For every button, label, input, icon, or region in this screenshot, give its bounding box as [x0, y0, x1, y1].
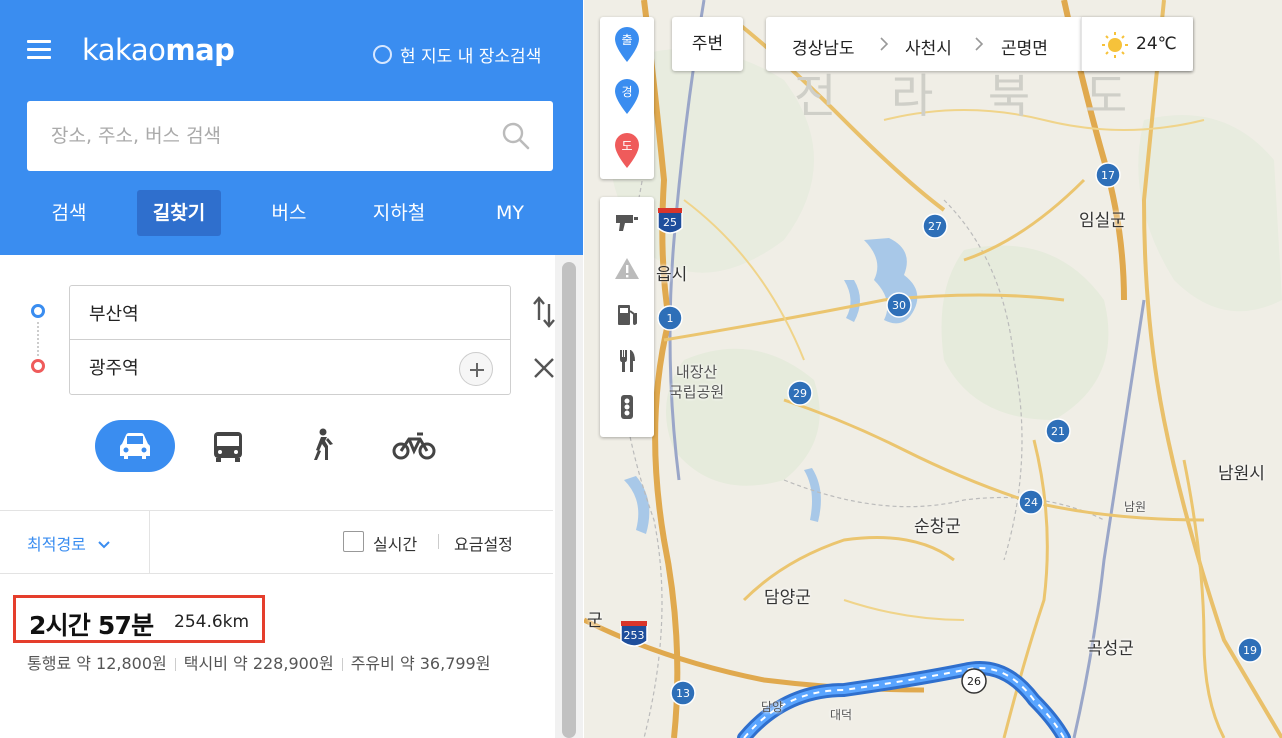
map-label-namwon: 남원시 — [1218, 464, 1265, 484]
breadcrumb-city[interactable]: 사천시 — [905, 34, 952, 59]
waypoint-marker-icon[interactable]: 경 — [613, 77, 641, 115]
origin-marker-icon[interactable]: 출 — [613, 25, 641, 63]
route-distance: 254.6km — [174, 612, 250, 632]
swap-icon[interactable] — [532, 296, 556, 328]
highlight-box: 2시간 57분 254.6km — [13, 595, 265, 643]
route-costs: 통행료 약 12,800원 택시비 약 228,900원 주유비 약 36,799원 — [27, 652, 527, 676]
current-area-search-label: 현 지도 내 장소검색 — [400, 47, 542, 67]
warning-icon[interactable] — [613, 255, 641, 283]
destination-row — [70, 340, 510, 394]
cctv-icon[interactable] — [613, 209, 641, 237]
divider — [149, 511, 150, 573]
origin-dot-icon — [31, 304, 45, 318]
destination-dot-icon — [31, 359, 45, 373]
tab-directions[interactable]: 길찾기 — [137, 190, 221, 236]
breadcrumb-district[interactable]: 곤명면 — [1001, 34, 1048, 59]
map-label-gokseong: 곡성군 — [1087, 639, 1134, 659]
park-label-line1: 내장산 — [675, 363, 718, 381]
taxi-cost: 택시비 약 228,900원 — [183, 654, 334, 673]
marker-label: 도 — [621, 139, 632, 153]
main-tabs: 검색 길찾기 버스 지하철 MY — [0, 190, 583, 236]
menu-icon[interactable] — [27, 40, 51, 60]
route-type-label: 최적경로 — [27, 535, 86, 554]
route-connector-line — [37, 322, 39, 356]
route-options-bar: 최적경로 실시간 요금설정 — [0, 511, 553, 573]
map-label-jeongeup: 읍시 — [656, 265, 688, 285]
breadcrumb-province[interactable]: 경상남도 — [792, 34, 855, 59]
tab-bus[interactable]: 버스 — [250, 190, 328, 236]
chevron-right-icon — [880, 37, 889, 51]
header-bar: kakaomap 현 지도 내 장소검색 검색 길찾기 버스 지하철 MY — [0, 0, 583, 255]
map-label-imsil: 임실군 — [1079, 211, 1126, 231]
mode-bus-button[interactable] — [188, 420, 268, 472]
map-label-damyang-jc: 담양 — [761, 700, 784, 714]
add-waypoint-button[interactable] — [459, 352, 493, 386]
restaurant-icon[interactable] — [613, 347, 641, 375]
divider — [174, 658, 176, 671]
marker-label: 경 — [621, 85, 632, 99]
transport-modes — [95, 420, 455, 472]
tab-subway[interactable]: 지하철 — [355, 190, 443, 236]
route-marker-panel: 출 경 도 — [600, 17, 654, 179]
route-type-dropdown[interactable]: 최적경로 — [27, 531, 111, 555]
walk-icon — [314, 428, 333, 460]
gas-station-icon[interactable] — [613, 301, 641, 329]
divider — [341, 658, 343, 671]
chevron-down-icon — [98, 541, 110, 549]
mode-walk-button[interactable] — [281, 420, 361, 472]
realtime-label[interactable]: 실시간 — [373, 531, 417, 555]
sidebar-panel: kakaomap 현 지도 내 장소검색 검색 길찾기 버스 지하철 MY — [0, 0, 583, 738]
current-area-search-toggle[interactable]: 현 지도 내 장소검색 — [373, 42, 541, 67]
destination-input[interactable] — [89, 352, 449, 382]
bicycle-icon — [392, 432, 436, 460]
mode-car-button[interactable] — [95, 420, 175, 472]
map-label-park: 내장산 국립공원 — [669, 362, 724, 402]
toll-cost: 통행료 약 12,800원 — [27, 654, 167, 673]
mode-bike-button[interactable] — [374, 420, 454, 472]
tab-my[interactable]: MY — [475, 190, 545, 236]
map-label-daedeok: 대덕 — [830, 708, 853, 722]
logo-bold-text: map — [165, 33, 235, 67]
map-tools-panel — [600, 197, 654, 437]
close-icon[interactable] — [532, 356, 556, 380]
map-view[interactable]: 전 라 북 도 임실군 남원시 순창군 담양군 곡성군 읍시 군 내장산 국립공… — [584, 0, 1282, 738]
park-label-line2: 국립공원 — [669, 383, 725, 401]
marker-label: 출 — [621, 33, 632, 47]
divider — [438, 534, 439, 549]
bus-icon — [214, 432, 242, 462]
radio-icon — [373, 45, 392, 64]
plus-icon — [470, 363, 484, 377]
nearby-button[interactable]: 주변 — [672, 17, 743, 71]
search-icon[interactable] — [501, 121, 531, 151]
car-icon — [120, 433, 150, 459]
map-label-gun: 군 — [587, 611, 603, 631]
origin-input[interactable] — [89, 298, 449, 328]
temperature-label: 24℃ — [1136, 34, 1177, 54]
sun-icon — [1102, 32, 1128, 58]
search-input[interactable] — [51, 121, 491, 151]
map-label-namwon-jc: 남원 — [1124, 500, 1147, 514]
fuel-cost: 주유비 약 36,799원 — [350, 654, 491, 673]
destination-marker-icon[interactable]: 도 — [613, 131, 641, 169]
route-result-item[interactable]: 2시간 57분 254.6km 통행료 약 12,800원 택시비 약 228,9… — [0, 574, 553, 738]
route-duration: 2시간 57분 — [29, 611, 154, 640]
traffic-light-icon[interactable] — [613, 393, 641, 421]
tab-search[interactable]: 검색 — [30, 190, 108, 236]
logo-light-text: kakao — [82, 33, 166, 67]
map-label-damyang: 담양군 — [764, 588, 811, 608]
kakaomap-logo[interactable]: kakaomap — [82, 33, 235, 67]
route-inputs — [69, 285, 511, 395]
origin-row — [70, 286, 510, 340]
map-label-sunchang: 순창군 — [914, 517, 961, 537]
chevron-right-icon — [975, 37, 984, 51]
search-box — [27, 101, 553, 171]
realtime-checkbox[interactable] — [343, 531, 364, 552]
weather-widget[interactable]: 24℃ — [1081, 17, 1193, 71]
fee-settings-button[interactable]: 요금설정 — [454, 531, 513, 555]
scrollbar-thumb[interactable] — [562, 262, 576, 738]
